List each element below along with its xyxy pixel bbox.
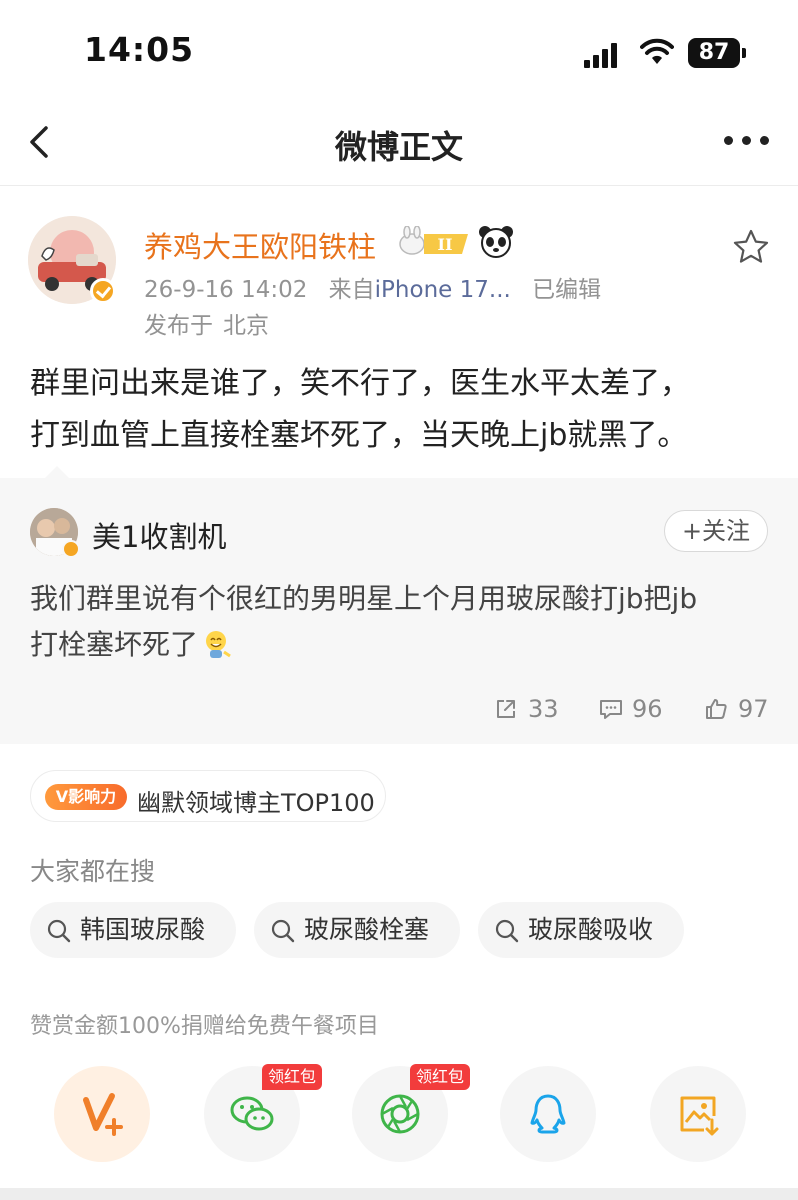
search-icon [47, 919, 71, 943]
page-title: 微博正文 [334, 128, 463, 166]
post-text: 群里问出来是谁了，笑不行了，医生水平太差了， 打到血管上直接栓塞坏死了，当天晚上… [30, 358, 775, 462]
location-prefix: 发布于 [144, 313, 213, 339]
like-count: 97 [738, 695, 769, 723]
follow-button[interactable]: +关注 [664, 510, 768, 552]
influence-tag: V影响力 [45, 784, 127, 810]
verified-badge-icon [90, 278, 116, 304]
more-icon[interactable] [724, 136, 770, 146]
edited-label[interactable]: 已编辑 [532, 277, 601, 303]
laughing-emoji-icon [206, 631, 231, 658]
status-bar: 14:05 87 [0, 0, 798, 100]
influence-text: 幽默领域博主TOP100 [137, 789, 375, 817]
nav-bar: 微博正文 [0, 100, 798, 186]
hot-search-title: 大家都在搜 [30, 857, 156, 886]
battery-icon: 87 [688, 38, 746, 68]
comment-icon [600, 700, 622, 719]
favorite-star-icon[interactable] [732, 228, 770, 266]
share-count: 33 [528, 695, 559, 723]
post-time: 26-9-16 14:02 [144, 277, 308, 303]
search-chip[interactable]: 玻尿酸吸收 [478, 902, 684, 958]
post-text-line: 打到血管上直接栓塞坏死了，当天晚上jb就黑了。 [30, 418, 688, 453]
author-name[interactable]: 养鸡大王欧阳铁柱 [144, 224, 376, 266]
post-text-line: 群里问出来是谁了，笑不行了，医生水平太差了， [30, 366, 690, 401]
repost-text-line: 我们群里说有个很红的男明星上个月用玻尿酸打jb把jb [30, 582, 698, 615]
status-time: 14:05 [84, 30, 195, 69]
post-source[interactable]: iPhone 17... [375, 277, 511, 303]
repost-author-name[interactable]: 美1收割机 [92, 514, 226, 556]
svg-text:II: II [438, 235, 453, 254]
source-prefix: 来自 [328, 277, 375, 303]
red-packet-tag: 领红包 [410, 1064, 471, 1090]
search-chip-label: 韩国玻尿酸 [80, 915, 206, 944]
wechat-icon [230, 1096, 274, 1131]
location-value: 北京 [223, 313, 269, 339]
vplus-share-button[interactable] [54, 1066, 150, 1162]
search-chip[interactable]: 韩国玻尿酸 [30, 902, 236, 958]
comment-count: 96 [632, 695, 663, 723]
repost-verified-badge-icon [62, 540, 80, 558]
search-chip-label: 玻尿酸栓塞 [304, 915, 430, 944]
search-chip-label: 玻尿酸吸收 [528, 915, 654, 944]
search-icon [271, 919, 295, 943]
moments-icon [380, 1094, 420, 1134]
influence-badge[interactable]: V影响力 幽默领域博主TOP100 [30, 770, 386, 822]
qq-icon [530, 1094, 566, 1134]
panda-icon [479, 226, 513, 258]
qq-share-button[interactable] [500, 1066, 596, 1162]
repost-text-line: 打栓塞坏死了 [30, 628, 199, 661]
search-icon [495, 919, 519, 943]
bottom-divider [0, 1188, 798, 1200]
reward-notice: 赞赏金额100%捐赠给免费午餐项目 [30, 1014, 379, 1039]
thumbs-up-icon [706, 699, 727, 719]
save-image-icon [680, 1096, 719, 1136]
save-image-button[interactable] [650, 1066, 746, 1162]
signal-icon [584, 40, 626, 68]
search-chip[interactable]: 玻尿酸栓塞 [254, 902, 460, 958]
wifi-icon [640, 38, 674, 64]
post-location: 发布于 北京 [144, 306, 269, 340]
repost-text-line-2: 打栓塞坏死了 [30, 622, 775, 668]
level-badge-icon: II [399, 226, 468, 255]
vplus-icon [83, 1093, 123, 1136]
repost-text: 我们群里说有个很红的男明星上个月用玻尿酸打jb把jb 打栓塞坏死了 [30, 576, 775, 668]
post-meta: 26-9-16 14:02 来自iPhone 17... 已编辑 [144, 270, 601, 304]
red-packet-tag: 领红包 [262, 1064, 323, 1090]
share-icon [497, 700, 515, 718]
